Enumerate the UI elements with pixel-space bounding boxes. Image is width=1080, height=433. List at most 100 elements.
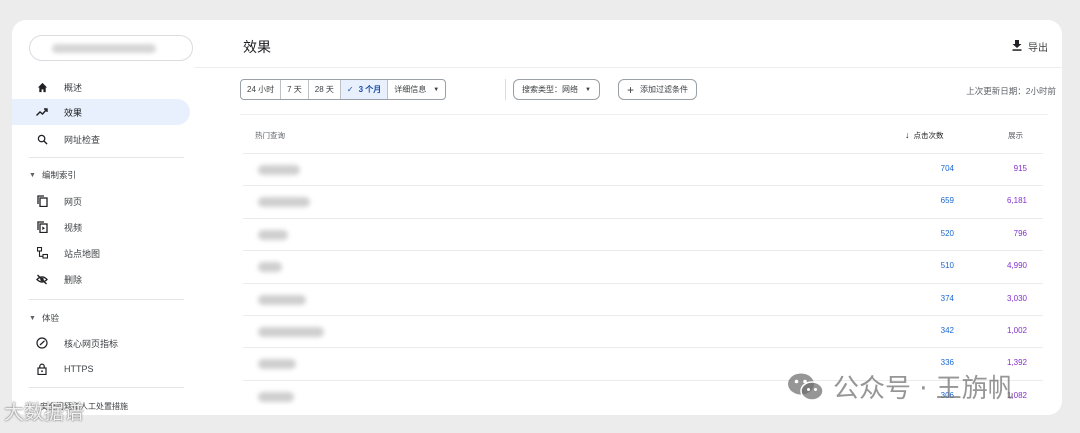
add-filter-button[interactable]: + 添加过滤条件: [618, 79, 698, 100]
table-row-clicks: 342: [940, 326, 954, 335]
table-row-query-redacted[interactable]: [258, 197, 310, 208]
row-divider: [243, 153, 1043, 154]
date-option-label: 详细信息: [394, 85, 427, 94]
section-indexing[interactable]: ▼ 编制索引: [29, 169, 76, 181]
pages-icon: [36, 195, 48, 207]
table-row-clicks: 374: [940, 293, 954, 303]
row-divider: [243, 347, 1043, 349]
sidebar-item-removals[interactable]: 删除: [12, 266, 190, 292]
page-title: 效果: [243, 39, 271, 55]
table-row-impressions: 796: [1013, 228, 1027, 238]
table-row-query-redacted[interactable]: [258, 165, 300, 175]
sidebar-item-label: 效果: [64, 107, 83, 118]
table-row-impressions: 915: [1013, 164, 1027, 173]
table-row-impressions: 1,082: [1006, 390, 1027, 400]
export-label: 导出: [1028, 43, 1048, 54]
table-row-impressions: 4,990: [1006, 261, 1027, 271]
divider: [29, 299, 184, 300]
sidebar-item-core-web-vitals[interactable]: 核心网页指标: [12, 330, 190, 356]
table-row-clicks: 520: [940, 228, 954, 238]
sidebar-item-label: 网址检查: [64, 134, 101, 145]
caret-down-icon: ▼: [585, 86, 591, 93]
property-selector[interactable]: [29, 35, 193, 61]
arrow-down-icon: ↓: [905, 130, 910, 140]
divider: [29, 157, 184, 158]
sidebar-item-videos[interactable]: 视频: [12, 214, 190, 240]
table-row-impressions: 6,181: [1006, 196, 1027, 206]
table-row-clicks: 659: [940, 196, 954, 206]
sidebar: 概述 效果 网址检查 ▼ 编制索引 网页 视频 站点地图 删除 ▼ 体验 核心网…: [12, 20, 194, 415]
home-icon: [36, 81, 48, 93]
property-name-redacted: [52, 44, 156, 53]
plus-icon: +: [627, 82, 635, 97]
header-divider: [194, 67, 1062, 68]
sidebar-item-label: HTTPS: [64, 364, 94, 374]
row-divider: [243, 217, 1043, 219]
trending-up-icon: [36, 106, 48, 118]
eye-off-icon: [36, 273, 48, 285]
table-row-query-redacted[interactable]: [258, 359, 296, 370]
caret-down-icon: ▼: [29, 171, 36, 179]
search-type-chip[interactable]: 搜索类型：网络 ▼: [513, 79, 600, 100]
column-header-clicks[interactable]: ↓ 点击次数: [905, 130, 944, 141]
row-divider: [243, 250, 1043, 252]
date-option-28d[interactable]: 28 天: [309, 80, 341, 99]
caret-down-icon: ▼: [433, 86, 440, 93]
column-header-query[interactable]: 热门查询: [255, 130, 285, 141]
date-option-3m[interactable]: ✓ 3 个月: [340, 80, 389, 99]
sidebar-item-performance[interactable]: 效果: [12, 99, 190, 125]
sidebar-item-overview[interactable]: 概述: [12, 74, 190, 100]
sitemap-icon: [36, 247, 48, 259]
download-icon: [1012, 39, 1022, 54]
sidebar-item-label: 核心网页指标: [64, 338, 119, 349]
filter-divider: [505, 79, 506, 100]
sidebar-item-pages[interactable]: 网页: [12, 188, 190, 214]
table-row-clicks: 336: [940, 358, 954, 368]
table-top-border: [240, 114, 1048, 115]
search-type-label: 搜索类型：网络: [522, 85, 578, 94]
sidebar-item-sitemaps[interactable]: 站点地图: [12, 240, 190, 266]
caret-down-icon: ▼: [29, 314, 36, 322]
check-icon: ✓: [346, 85, 354, 94]
table-row-query-redacted[interactable]: [258, 229, 288, 240]
table-row-query-redacted[interactable]: [258, 262, 282, 273]
section-label: 编制索引: [41, 170, 76, 180]
row-divider: [243, 185, 1043, 187]
table-row-impressions: 1,392: [1006, 358, 1027, 368]
table-row-clicks: 510: [940, 261, 954, 271]
row-divider: [243, 282, 1043, 284]
date-option-7d[interactable]: 7 天: [281, 80, 309, 99]
date-option-24h[interactable]: 24 小时: [241, 80, 282, 99]
table-row-clicks: 306: [940, 390, 954, 400]
sidebar-item-security[interactable]: 安全问题和人工处置措施: [40, 401, 128, 412]
date-option-label: 3 个月: [358, 85, 382, 94]
sidebar-item-https[interactable]: HTTPS: [12, 356, 190, 382]
table-row-impressions: 1,002: [1006, 326, 1027, 335]
section-label: 体验: [41, 313, 59, 323]
column-header-label: 点击次数: [913, 131, 944, 140]
table-row-query-redacted[interactable]: [258, 327, 324, 337]
table-row-query-redacted[interactable]: [258, 294, 306, 305]
app-window: 概述 效果 网址检查 ▼ 编制索引 网页 视频 站点地图 删除 ▼ 体验 核心网…: [12, 20, 1062, 415]
column-header-impressions[interactable]: 展示: [1008, 130, 1023, 141]
divider: [29, 387, 184, 388]
table-row-clicks: 704: [940, 164, 954, 173]
last-updated-text: 上次更新日期：2小时前: [966, 86, 1056, 96]
export-button[interactable]: 导出: [1012, 39, 1048, 54]
video-icon: [36, 221, 48, 233]
date-option-details[interactable]: 详细信息 ▼: [388, 80, 445, 99]
table-row-query-redacted[interactable]: [258, 391, 294, 402]
gauge-icon: [36, 337, 48, 349]
row-divider: [243, 315, 1043, 316]
sidebar-item-label: 概述: [64, 82, 83, 93]
section-experience[interactable]: ▼ 体验: [29, 312, 59, 324]
lock-icon: [36, 363, 48, 375]
table-row-impressions: 3,030: [1006, 293, 1027, 303]
sidebar-item-label: 站点地图: [64, 248, 101, 259]
search-icon: [36, 133, 48, 145]
sidebar-item-url-inspection[interactable]: 网址检查: [12, 126, 190, 152]
row-divider: [243, 379, 1043, 381]
sidebar-item-label: 视频: [64, 222, 83, 233]
sidebar-item-label: 网页: [64, 196, 83, 207]
sidebar-item-label: 删除: [64, 274, 83, 285]
